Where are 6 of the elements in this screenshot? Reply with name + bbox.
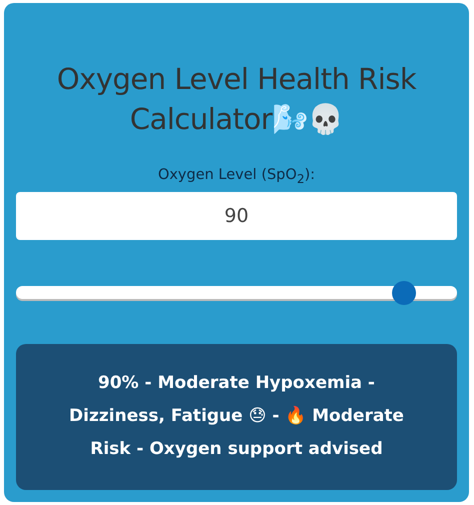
slider-thumb[interactable] xyxy=(392,280,416,305)
result-text: 90% - Moderate Hypoxemia - Dizziness, Fatigue 😓 - 🔥 Moderate Risk - Oxygen support advised xyxy=(68,372,405,462)
oxygen-level-field[interactable]: 90 xyxy=(16,192,457,240)
field-label: Oxygen Level (SpO$_{2}$): xyxy=(158,167,316,186)
slider-track[interactable] xyxy=(16,280,457,306)
page-title: Oxygen Level Health Risk Calculator🌬💀 xyxy=(56,61,417,138)
